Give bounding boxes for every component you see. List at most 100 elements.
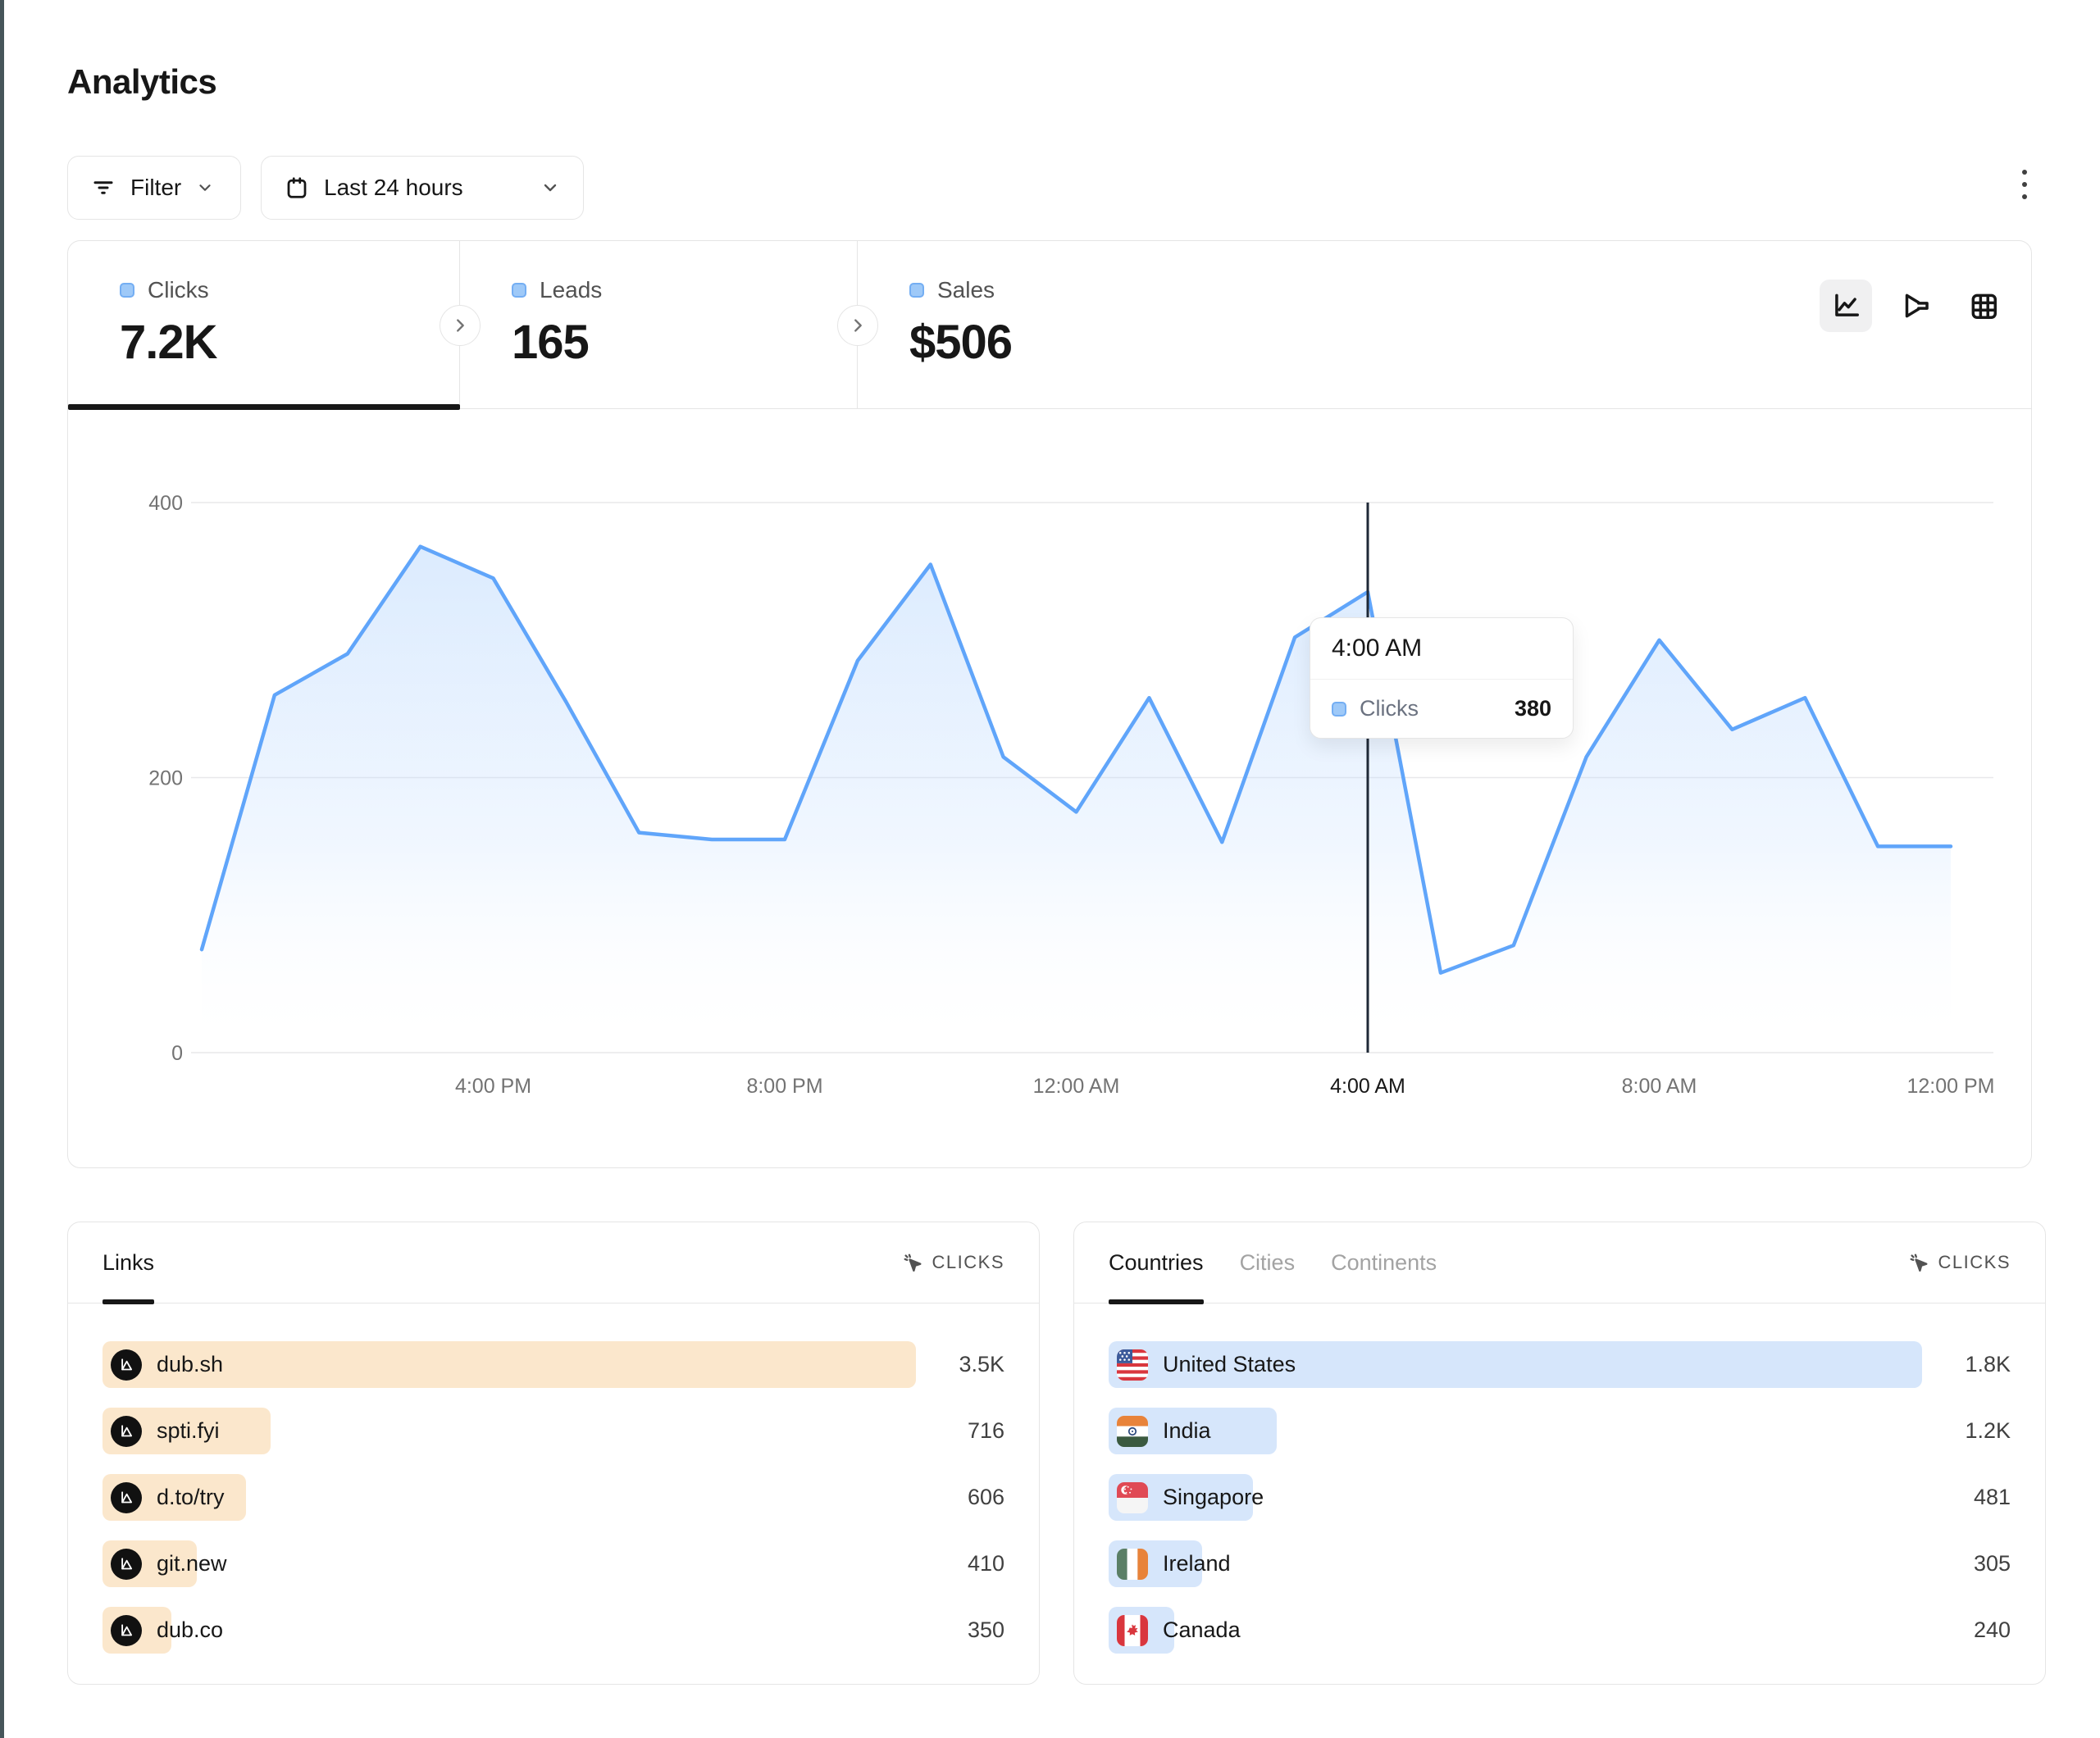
list-item[interactable]: Canada 240 xyxy=(1109,1607,2011,1654)
list-item[interactable]: India 1.2K xyxy=(1109,1408,2011,1454)
tab-links-label: Links xyxy=(102,1250,154,1276)
row-clicks-value: 606 xyxy=(916,1485,1004,1510)
tab-links[interactable]: Links xyxy=(102,1222,154,1303)
active-tab-underline xyxy=(68,404,460,410)
clicks-legend-swatch xyxy=(120,283,134,298)
chevron-right-icon xyxy=(451,316,469,334)
date-range-button[interactable]: Last 24 hours xyxy=(261,156,584,220)
chevron-down-icon xyxy=(196,179,214,197)
filter-button-label: Filter xyxy=(130,175,181,201)
value-bar xyxy=(102,1341,916,1388)
list-item[interactable]: Ireland305 xyxy=(1109,1540,2011,1587)
dub-favicon xyxy=(111,1349,142,1381)
list-item[interactable]: spti.fyi 716 xyxy=(102,1408,1004,1454)
row-clicks-value: 716 xyxy=(916,1418,1004,1444)
window-edge-strip xyxy=(0,0,4,1738)
geo-list: United States 1.8K India 1.2K Singapore 481 Ir… xyxy=(1074,1304,2045,1654)
y-axis-tick: 0 xyxy=(171,1042,183,1065)
list-item[interactable]: d.to/try 606 xyxy=(102,1474,1004,1521)
list-item[interactable]: dub.sh 3.5K xyxy=(102,1341,1004,1388)
clicks-area-chart[interactable]: 0 200 400 xyxy=(68,460,2033,1108)
tooltip-time: 4:00 AM xyxy=(1310,618,1573,680)
leads-legend-swatch xyxy=(512,283,526,298)
x-axis-tick: 4:00 PM xyxy=(455,1075,531,1099)
singapore-flag-icon xyxy=(1117,1482,1148,1513)
row-label: United States xyxy=(1163,1352,1296,1377)
row-label: dub.sh xyxy=(157,1352,223,1377)
row-clicks-value: 350 xyxy=(916,1617,1004,1643)
page-title: Analytics xyxy=(67,62,216,102)
chart-tooltip: 4:00 AM Clicks 380 xyxy=(1310,617,1574,739)
row-clicks-value: 1.2K xyxy=(1922,1418,2011,1444)
geo-panel: Countries Cities Continents CLICKS United … xyxy=(1073,1222,2046,1685)
sales-legend-swatch xyxy=(909,283,924,298)
row-label: spti.fyi xyxy=(157,1418,220,1444)
dub-favicon xyxy=(111,1482,142,1513)
links-list: dub.sh 3.5K spti.fyi 716 d.to/try 606 git.new 4… xyxy=(68,1304,1039,1654)
funnel-icon[interactable] xyxy=(1888,280,1941,332)
kebab-menu-icon[interactable] xyxy=(2001,161,2048,208)
x-axis-tick: 12:00 PM xyxy=(1906,1075,1994,1099)
tab-leads[interactable]: Leads 165 xyxy=(460,241,858,408)
filter-button[interactable]: Filter xyxy=(67,156,241,220)
canada-flag-icon xyxy=(1117,1615,1148,1646)
row-clicks-value: 1.8K xyxy=(1922,1352,2011,1377)
stat-label: Sales xyxy=(937,277,995,303)
filter-lines-icon xyxy=(91,175,116,200)
row-label: d.to/try xyxy=(157,1485,225,1510)
list-item[interactable]: dub.co 350 xyxy=(102,1607,1004,1654)
chevron-right-icon xyxy=(849,316,867,334)
cursor-click-icon xyxy=(1907,1251,1930,1274)
list-item[interactable]: git.new 410 xyxy=(102,1540,1004,1587)
tab-countries[interactable]: Countries xyxy=(1109,1222,1204,1303)
x-axis-labels: 4:00 PM8:00 PM12:00 AM4:00 AM8:00 AM12:0… xyxy=(68,1075,2033,1108)
area-fill xyxy=(202,547,1951,1053)
tab-continents[interactable]: Continents xyxy=(1331,1222,1437,1303)
row-label: dub.co xyxy=(157,1617,223,1643)
stats-tabs: Clicks 7.2K Leads 165 Sales $506 xyxy=(68,241,2031,409)
dub-favicon xyxy=(111,1615,142,1646)
row-clicks-value: 410 xyxy=(916,1551,1004,1576)
tab-clicks[interactable]: Clicks 7.2K xyxy=(68,241,460,408)
row-label: git.new xyxy=(157,1551,227,1576)
grid-icon[interactable] xyxy=(1957,280,2010,332)
geo-metric-label: CLICKS xyxy=(1938,1252,2011,1273)
row-label: Singapore xyxy=(1163,1485,1264,1510)
dub-favicon xyxy=(111,1549,142,1580)
stat-value: 7.2K xyxy=(120,315,459,370)
y-axis-tick: 400 xyxy=(148,492,183,515)
row-clicks-value: 240 xyxy=(1922,1617,2011,1643)
links-panel: Links CLICKS dub.sh 3.5K spti.fyi 716 d.to/t… xyxy=(67,1222,1040,1685)
next-stat-button[interactable] xyxy=(837,305,878,346)
row-clicks-value: 3.5K xyxy=(916,1352,1004,1377)
chart-view-switcher xyxy=(1820,280,2010,332)
stat-value: 165 xyxy=(512,315,857,370)
geo-metric-toggle[interactable]: CLICKS xyxy=(1907,1251,2011,1274)
list-item[interactable]: Singapore 481 xyxy=(1109,1474,2011,1521)
links-metric-toggle[interactable]: CLICKS xyxy=(901,1251,1004,1274)
date-range-label: Last 24 hours xyxy=(324,175,463,201)
next-stat-button[interactable] xyxy=(440,305,481,346)
tooltip-value: 380 xyxy=(1515,696,1551,721)
list-item[interactable]: United States 1.8K xyxy=(1109,1341,2011,1388)
ireland-flag-icon xyxy=(1117,1549,1148,1580)
tab-label: Countries xyxy=(1109,1250,1204,1276)
stat-label: Clicks xyxy=(148,277,209,303)
dub-favicon xyxy=(111,1416,142,1447)
tooltip-legend-swatch xyxy=(1332,702,1346,717)
row-label: Ireland xyxy=(1163,1551,1231,1576)
row-clicks-value: 481 xyxy=(1922,1485,2011,1510)
tab-label: Continents xyxy=(1331,1250,1437,1276)
calendar-icon xyxy=(285,175,309,200)
tab-cities[interactable]: Cities xyxy=(1240,1222,1296,1303)
india-flag-icon xyxy=(1117,1416,1148,1447)
row-label: Canada xyxy=(1163,1617,1241,1643)
tooltip-series-name: Clicks xyxy=(1360,696,1419,721)
chart-canvas[interactable]: 0 200 400 xyxy=(68,460,2033,1108)
row-label: India xyxy=(1163,1418,1211,1444)
analytics-card: Clicks 7.2K Leads 165 Sales $506 xyxy=(67,240,2032,1168)
geo-tabs: Countries Cities Continents xyxy=(1109,1222,1437,1303)
line-chart-icon[interactable] xyxy=(1820,280,1872,332)
y-axis-tick: 200 xyxy=(148,767,183,790)
tab-label: Cities xyxy=(1240,1250,1296,1276)
